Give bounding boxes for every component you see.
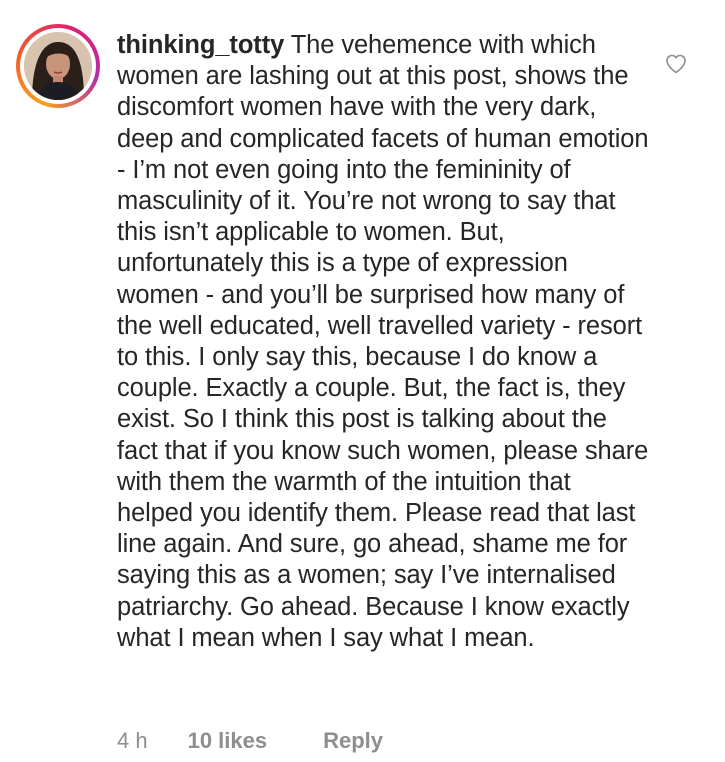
comment: thinking_totty The vehemence with which …: [0, 0, 725, 762]
comment-text: The vehemence with which women are lashi…: [117, 31, 649, 652]
avatar-image: [24, 32, 92, 100]
comment-timestamp: 4 h: [117, 728, 148, 753]
comment-meta: 4 h 10 likes Reply: [117, 728, 383, 754]
comment-username[interactable]: thinking_totty: [117, 31, 284, 59]
avatar-portrait-icon: [24, 32, 92, 100]
heart-outline-icon[interactable]: [664, 52, 688, 76]
avatar[interactable]: [16, 24, 100, 108]
comment-body: thinking_totty The vehemence with which …: [117, 30, 652, 654]
reply-button[interactable]: Reply: [323, 728, 383, 754]
likes-count-link[interactable]: 10 likes: [188, 728, 268, 754]
